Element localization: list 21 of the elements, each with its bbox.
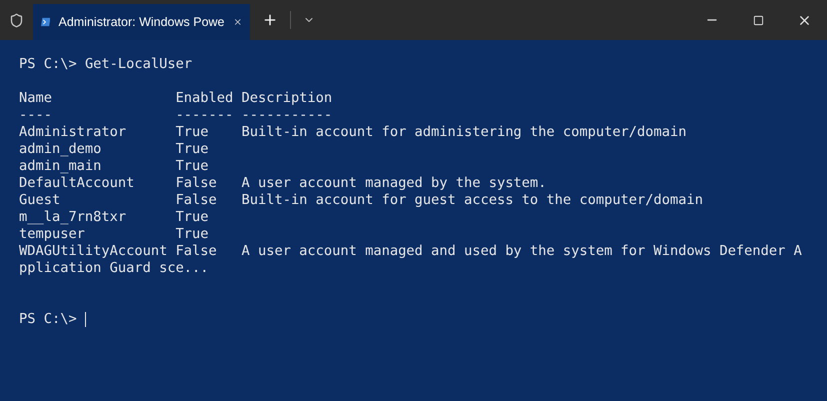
- output-line: admin_main True: [19, 158, 209, 175]
- output-line: Administrator True Built-in account for administering the computer/domain: [19, 124, 686, 141]
- output-line: tempuser True: [19, 226, 209, 243]
- prompt: PS C:\>: [19, 56, 78, 73]
- output-line: Name Enabled Description: [19, 90, 332, 107]
- new-tab-icon[interactable]: [262, 12, 278, 28]
- shield-icon[interactable]: [9, 12, 24, 28]
- output-line: admin_demo True: [19, 141, 209, 158]
- prompt: PS C:\>: [19, 311, 78, 328]
- output-line: WDAGUtilityAccount False A user account managed and used by the system for Windows Defender A: [19, 243, 802, 260]
- output-line: ---- ------- -----------: [19, 107, 332, 124]
- tab-title: Administrator: Windows Powe: [58, 14, 225, 31]
- output-line: m__la_7rn8txr True: [19, 209, 209, 226]
- output-line: DefaultAccount False A user account managed by the system.: [19, 175, 546, 192]
- powershell-icon: [41, 16, 50, 28]
- command-text: Get-LocalUser: [84, 56, 192, 73]
- terminal-tab[interactable]: Administrator: Windows Powe: [33, 4, 250, 40]
- maximize-icon[interactable]: [752, 14, 764, 26]
- output-line: pplication Guard sce...: [19, 260, 209, 277]
- output-line: Guest False Built-in account for guest access to the computer/domain: [19, 192, 703, 209]
- text-cursor: [84, 312, 86, 327]
